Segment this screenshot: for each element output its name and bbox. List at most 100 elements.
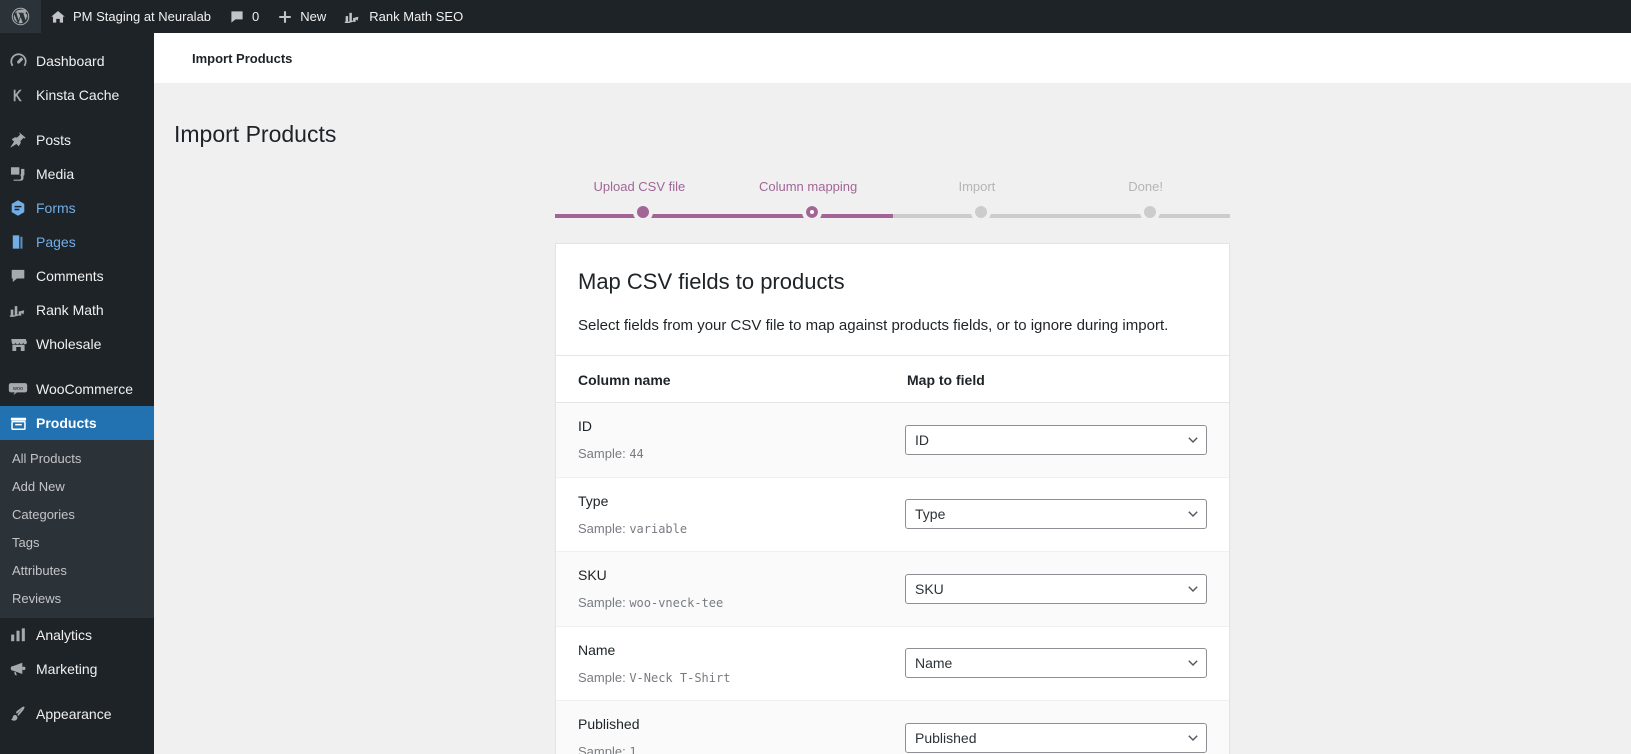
- mapping-table: Column name Map to field ID Sample: 44 I…: [556, 355, 1229, 754]
- sidebar-item-label: WooCommerce: [36, 381, 133, 397]
- sidebar-item-label: Analytics: [36, 627, 93, 643]
- csv-column-sample: Sample: 44: [578, 444, 861, 464]
- step-column-mapping[interactable]: Column mapping: [723, 178, 893, 223]
- step-label: Upload CSV file: [593, 178, 686, 194]
- table-row: Published Sample: 1 Published: [556, 700, 1229, 754]
- admin-sidebar-menu: Dashboard Kinsta Cache Posts Media Forms…: [0, 33, 154, 754]
- sidebar-item-comments[interactable]: Comments: [0, 259, 154, 293]
- menu-separator-3: [0, 686, 154, 697]
- sidebar-item-posts[interactable]: Posts: [0, 123, 154, 157]
- table-row: SKU Sample: woo-vneck-tee SKU: [556, 551, 1229, 627]
- media-icon: [0, 165, 36, 183]
- mapping-card-header: Map CSV fields to products Select fields…: [556, 244, 1229, 355]
- mapping-table-head: Column name Map to field: [556, 355, 1229, 404]
- sidebar-item-wholesale[interactable]: Wholesale: [0, 327, 154, 361]
- csv-column-sample: Sample: 1: [578, 742, 861, 754]
- map-field-select[interactable]: SKU: [905, 573, 1207, 604]
- column-name-cell: Type Sample: variable: [556, 477, 883, 553]
- map-field-select-wrapper: Published: [905, 722, 1207, 753]
- paintbrush-icon: [0, 705, 36, 723]
- wordpress-logo-icon: [10, 6, 31, 27]
- csv-column-sample: Sample: woo-vneck-tee: [578, 593, 861, 613]
- sidebar-subitem-all-products[interactable]: All Products: [0, 445, 154, 473]
- map-to-field-cell: ID: [883, 402, 1229, 478]
- sidebar-item-label: Pages: [36, 234, 76, 250]
- sidebar-item-marketing[interactable]: Marketing: [0, 652, 154, 686]
- sidebar-item-appearance[interactable]: Appearance: [0, 697, 154, 731]
- map-to-field-cell: SKU: [883, 551, 1229, 627]
- step-import: Import: [892, 178, 1062, 223]
- column-name-cell: SKU Sample: woo-vneck-tee: [556, 551, 883, 627]
- sidebar-item-dashboard[interactable]: Dashboard: [0, 44, 154, 78]
- map-field-select[interactable]: Name: [905, 648, 1207, 679]
- table-row: Name Sample: V-Neck T-Shirt Name: [556, 626, 1229, 702]
- header-map-to-field: Map to field: [883, 355, 1229, 404]
- sample-value: variable: [629, 521, 688, 536]
- column-name-cell: Published Sample: 1: [556, 700, 883, 754]
- mapping-table-body: ID Sample: 44 ID Type Sample: variable T…: [556, 402, 1229, 754]
- csv-column-sample: Sample: V-Neck T-Shirt: [578, 668, 861, 688]
- step-label: Import: [958, 178, 996, 194]
- csv-column-title: ID: [578, 418, 592, 435]
- column-name-cell: Name Sample: V-Neck T-Shirt: [556, 626, 883, 702]
- step-label: Done!: [1128, 178, 1163, 194]
- home-icon: [50, 9, 66, 25]
- map-field-select[interactable]: Published: [905, 722, 1207, 753]
- rank-math-icon: [0, 303, 36, 318]
- new-content-menu[interactable]: New: [268, 0, 335, 33]
- map-to-field-cell: Published: [883, 700, 1229, 754]
- comment-bubble-icon: [0, 267, 36, 285]
- sample-value: woo-vneck-tee: [629, 596, 724, 611]
- map-to-field-cell: Type: [883, 477, 1229, 553]
- comments-menu[interactable]: 0: [220, 0, 268, 33]
- mapping-card-description: Select fields from your CSV file to map …: [578, 316, 1169, 334]
- sidebar-item-kinsta-cache[interactable]: Kinsta Cache: [0, 78, 154, 112]
- sample-prefix-label: Sample:: [578, 744, 630, 754]
- map-field-select[interactable]: ID: [905, 424, 1207, 455]
- sidebar-item-rank-math[interactable]: Rank Math: [0, 293, 154, 327]
- sample-prefix-label: Sample:: [578, 446, 630, 462]
- import-wizard: Upload CSV file Column mapping Import Do…: [154, 178, 1631, 754]
- woocommerce-subheader-bar: Import Products: [154, 33, 1631, 84]
- rank-math-menu[interactable]: Rank Math SEO: [335, 0, 472, 33]
- products-box-icon: [0, 414, 36, 433]
- csv-column-title: SKU: [578, 567, 607, 584]
- sidebar-subitem-tags[interactable]: Tags: [0, 529, 154, 557]
- progress-stepper: Upload CSV file Column mapping Import Do…: [555, 178, 1230, 223]
- plus-icon: [277, 9, 293, 25]
- csv-column-sample: Sample: variable: [578, 519, 861, 539]
- sidebar-item-products[interactable]: Products: [0, 406, 154, 440]
- step-label: Column mapping: [758, 178, 858, 194]
- woocommerce-icon: woo: [0, 382, 36, 396]
- site-name-menu[interactable]: PM Staging at Neuralab: [41, 0, 220, 33]
- site-name-label: PM Staging at Neuralab: [73, 9, 212, 24]
- sidebar-item-label: Posts: [36, 132, 72, 148]
- csv-column-title: Type: [578, 492, 609, 509]
- sidebar-item-analytics[interactable]: Analytics: [0, 618, 154, 652]
- map-field-select-wrapper: ID: [905, 424, 1207, 455]
- sidebar-subitem-categories[interactable]: Categories: [0, 501, 154, 529]
- map-field-select-wrapper: Type: [905, 499, 1207, 530]
- comments-count: 0: [252, 9, 260, 24]
- sample-prefix-label: Sample:: [578, 669, 630, 685]
- sidebar-item-label: Dashboard: [36, 53, 105, 69]
- sidebar-item-pages[interactable]: Pages: [0, 225, 154, 259]
- sidebar-subitem-reviews[interactable]: Reviews: [0, 585, 154, 613]
- products-submenu: All Products Add New Categories Tags Att…: [0, 440, 154, 618]
- sidebar-item-label: Rank Math: [36, 302, 104, 318]
- sidebar-subitem-attributes[interactable]: Attributes: [0, 557, 154, 585]
- step-upload-csv-file[interactable]: Upload CSV file: [555, 178, 724, 223]
- sidebar-item-forms[interactable]: Forms: [0, 191, 154, 225]
- sidebar-subitem-add-new[interactable]: Add New: [0, 473, 154, 501]
- forms-icon: [0, 199, 36, 217]
- sidebar-item-label: Products: [36, 415, 97, 431]
- sidebar-item-label: Marketing: [36, 661, 98, 677]
- kinsta-k-icon: [0, 87, 36, 104]
- column-name-cell: ID Sample: 44: [556, 402, 883, 478]
- sample-value: 1: [629, 745, 637, 754]
- sidebar-item-woocommerce[interactable]: woo WooCommerce: [0, 372, 154, 406]
- sidebar-item-media[interactable]: Media: [0, 157, 154, 191]
- wordpress-logo-button[interactable]: [0, 0, 41, 33]
- table-header-row: Column name Map to field: [556, 355, 1229, 404]
- map-field-select[interactable]: Type: [905, 499, 1207, 530]
